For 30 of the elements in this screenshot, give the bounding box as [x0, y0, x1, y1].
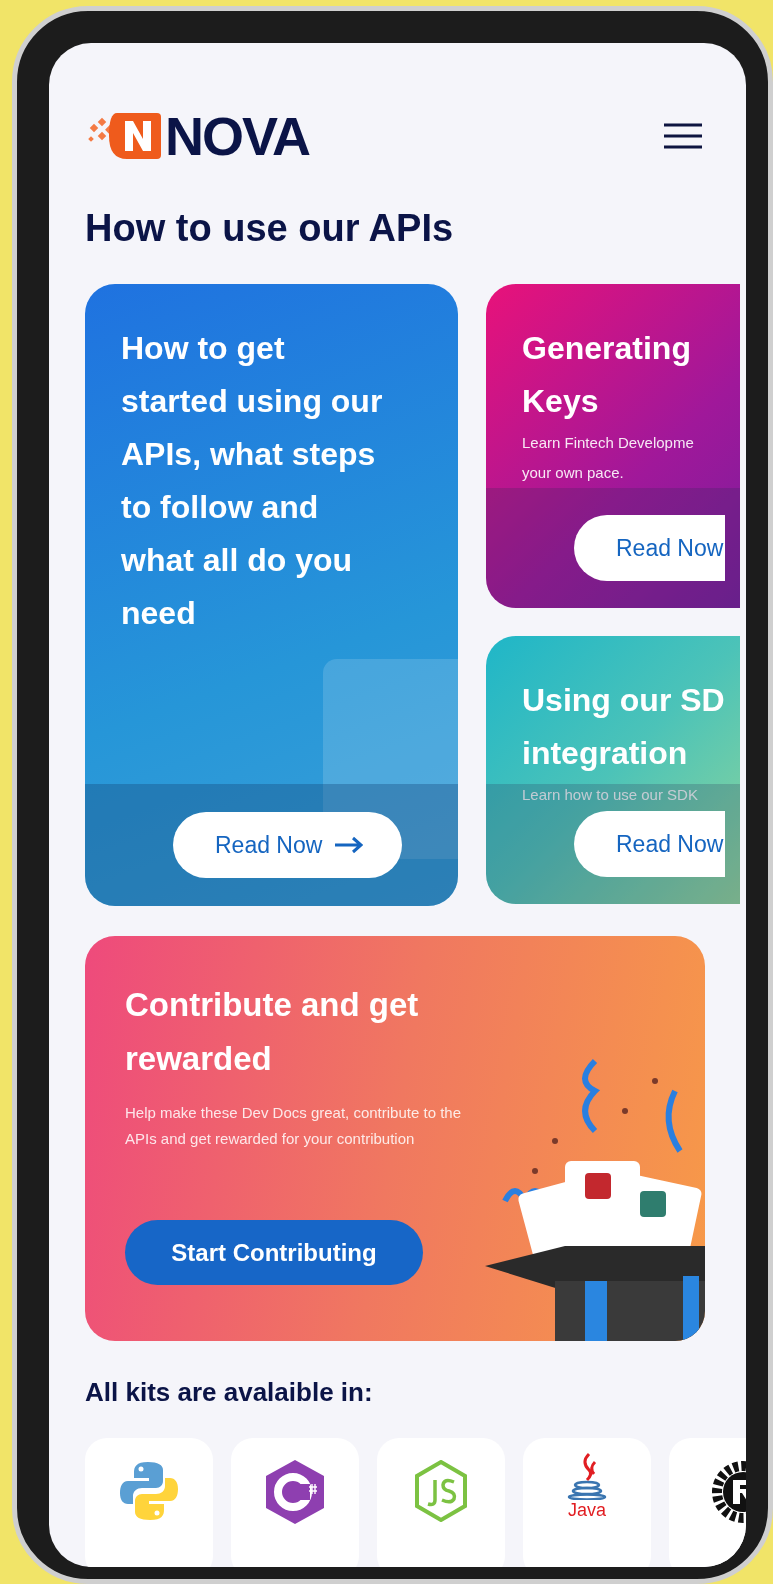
- language-tile[interactable]: [85, 1438, 213, 1567]
- card-subtitle: Learn how to use our SDK: [522, 785, 699, 805]
- read-now-button[interactable]: Read Now: [173, 812, 403, 878]
- kits-title: All kits are avalaible in:: [85, 1377, 374, 1408]
- contribute-description: Help make these Dev Docs great, contribute to the APIs and get rewarded for your contribution: [125, 1103, 462, 1149]
- card-title: Keys: [522, 382, 600, 421]
- language-tile[interactable]: [231, 1438, 359, 1567]
- card-title: Using our SD: [522, 681, 726, 720]
- start-contributing-button[interactable]: Start Contributing: [125, 1220, 423, 1285]
- language-tile[interactable]: Java: [523, 1438, 651, 1567]
- section-title: How to use our APIs: [85, 207, 455, 250]
- coffee-cup-icon: [567, 1452, 607, 1500]
- language-tile[interactable]: [377, 1438, 505, 1567]
- card-title: How to get started using our APIs, what steps to follow and what all do you need: [121, 329, 383, 633]
- java-label: Java: [568, 1500, 606, 1520]
- card-title: Generating: [522, 329, 692, 368]
- python-logo-icon: [118, 1460, 180, 1522]
- csharp-logo-icon: [266, 1460, 324, 1524]
- card-title: integration: [522, 734, 689, 773]
- read-now-button[interactable]: Read Now: [574, 811, 726, 877]
- card-subtitle: Learn Fintech Developme: [522, 433, 695, 453]
- contribute-title: Contribute and get rewarded: [125, 985, 420, 1079]
- nodejs-logo-icon: [414, 1460, 468, 1522]
- card-subtitle: your own pace.: [522, 463, 625, 483]
- read-now-button[interactable]: Read Now: [574, 515, 726, 581]
- logo-icon: [87, 111, 161, 161]
- menu-icon: [664, 123, 702, 149]
- brand-name: NOVA: [165, 105, 309, 167]
- arrow-right-icon: [334, 836, 365, 854]
- menu-button[interactable]: [664, 123, 702, 149]
